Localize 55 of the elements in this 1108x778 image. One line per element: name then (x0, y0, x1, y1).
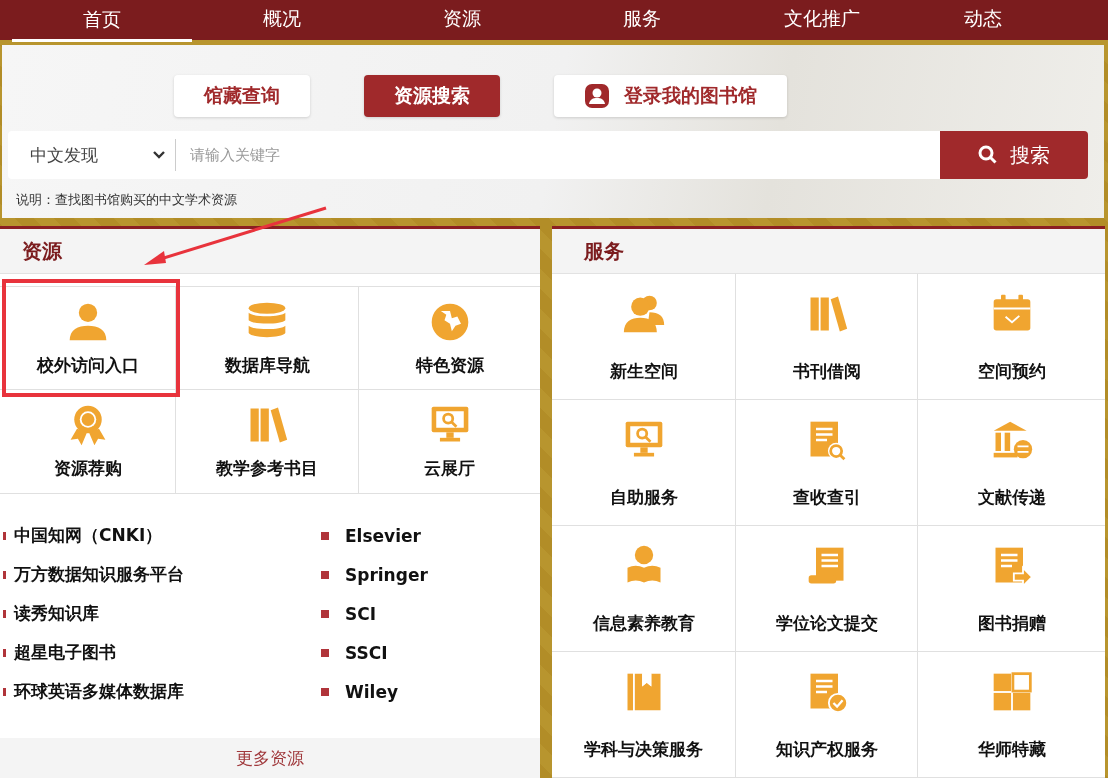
chevron-down-icon (153, 151, 165, 159)
database-link[interactable]: 环球英语多媒体数据库 (14, 680, 184, 703)
bullet-icon (3, 531, 6, 540)
resource-tile[interactable]: 云展厅 (359, 390, 540, 494)
service-tile[interactable]: 知识产权服务 (736, 652, 918, 778)
bullet-icon (321, 687, 329, 696)
more-resources-link[interactable]: 更多资源 (0, 738, 540, 778)
service-tile[interactable]: 自助服务 (552, 400, 736, 526)
service-tile[interactable]: 书刊借阅 (736, 274, 918, 400)
nav-tab[interactable]: 首页 (12, 0, 192, 42)
bullet-icon (321, 609, 329, 618)
search-icon (978, 145, 998, 165)
service-tile[interactable]: 学位论文提交 (736, 526, 918, 652)
database-link[interactable]: 中国知网（CNKI） (14, 524, 163, 547)
service-tile[interactable]: 查收查引 (736, 400, 918, 526)
service-tile[interactable]: 新生空间 (552, 274, 736, 400)
database-link[interactable]: Springer (345, 564, 428, 585)
search-note: 说明：查找图书馆购买的中文学术资源 (15, 191, 238, 209)
service-tile[interactable]: 空间预约 (918, 274, 1105, 400)
database-link[interactable]: 万方数据知识服务平台 (14, 563, 184, 586)
database-link[interactable]: Elsevier (345, 525, 421, 546)
database-link[interactable]: 超星电子图书 (14, 641, 116, 664)
database-link[interactable]: SSCI (345, 642, 388, 663)
bullet-icon (3, 687, 6, 696)
nav-tab[interactable]: 资源 (372, 0, 552, 40)
service-tile[interactable]: 学科与决策服务 (552, 652, 736, 778)
search-tab[interactable]: 馆藏查询 (174, 75, 310, 117)
resource-tile[interactable]: 特色资源 (359, 286, 540, 390)
user-badge-icon (584, 83, 610, 109)
resource-tile[interactable]: 资源荐购 (0, 390, 176, 494)
nav-tab[interactable]: 文化推广 (732, 0, 912, 40)
panel-title: 服务 (584, 237, 624, 265)
service-tile[interactable]: 华师特藏 (918, 652, 1105, 778)
nav-tab[interactable]: 概况 (192, 0, 372, 40)
search-tab[interactable]: 登录我的图书馆 (554, 75, 787, 117)
panel-title: 资源 (22, 237, 62, 265)
bullet-icon (3, 648, 6, 657)
bullet-icon (321, 648, 329, 657)
search-field[interactable]: 请输入关键字 (176, 131, 940, 179)
bullet-icon (3, 609, 6, 618)
service-tile[interactable]: 图书捐赠 (918, 526, 1105, 652)
bullet-icon (3, 570, 6, 579)
nav-tab[interactable]: 服务 (552, 0, 732, 40)
database-link[interactable]: SCI (345, 603, 377, 624)
database-link[interactable]: Wiley (345, 681, 399, 702)
nav-tab[interactable]: 动态 (912, 0, 1008, 40)
search-button[interactable]: 搜索 (940, 131, 1088, 179)
bullet-icon (321, 570, 329, 579)
service-tile[interactable]: 信息素养教育 (552, 526, 736, 652)
search-tab[interactable]: 资源搜索 (364, 75, 500, 117)
database-link[interactable]: 读秀知识库 (14, 602, 99, 625)
service-tile[interactable]: 文献传递 (918, 400, 1105, 526)
bullet-icon (321, 531, 329, 540)
resource-tile[interactable]: 教学参考书目 (176, 390, 359, 494)
resource-tile[interactable]: 校外访问入口 (0, 286, 176, 390)
